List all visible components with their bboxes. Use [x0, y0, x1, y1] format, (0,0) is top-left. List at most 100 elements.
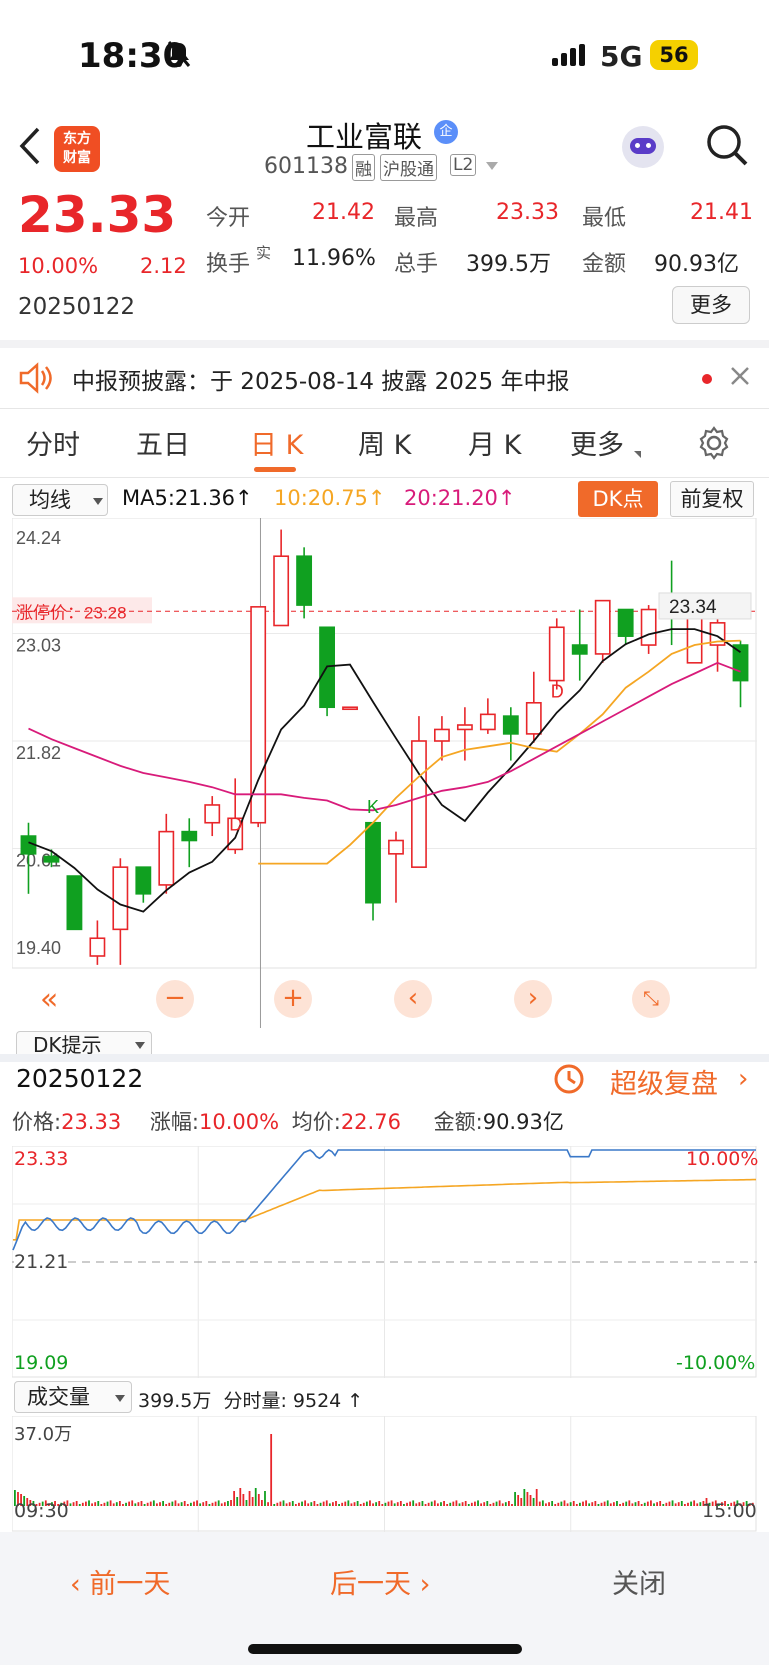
- intraday-pct: 10.00%: [198, 1110, 280, 1134]
- volume-bar: [671, 1500, 674, 1506]
- volume-bar: [338, 1504, 340, 1506]
- volume-value: 399.5万: [466, 252, 551, 277]
- volume-bar: [362, 1502, 365, 1506]
- candle: [365, 821, 381, 904]
- candle: [502, 715, 519, 735]
- volume-bar: [477, 1500, 479, 1506]
- volume-bar: [112, 1503, 115, 1506]
- volume-bar: [541, 1500, 544, 1506]
- volume-bar: [665, 1502, 668, 1506]
- fullscreen-button[interactable]: ⤡: [632, 980, 670, 1018]
- volume-bar: [270, 1434, 273, 1506]
- volume-bar: [646, 1501, 649, 1506]
- volume-bar: [199, 1503, 202, 1506]
- volume-bar: [659, 1501, 662, 1506]
- volume-bar: [214, 1501, 217, 1506]
- tab-more[interactable]: 更多: [570, 423, 624, 462]
- tag-connect: 沪股通: [380, 154, 437, 181]
- tab-monthly-k[interactable]: 月 K: [468, 423, 521, 462]
- close-icon[interactable]: [730, 366, 750, 390]
- tag-level: L2: [450, 154, 477, 176]
- ma-select[interactable]: 均线: [12, 484, 108, 516]
- intraday-bottom-price: 19.09: [14, 1352, 69, 1374]
- prev-day-button[interactable]: ‹ 前一天: [70, 1562, 170, 1601]
- search-icon[interactable]: [704, 122, 750, 172]
- volume-bar: [693, 1500, 696, 1506]
- y-tick-label: 24.24: [16, 528, 61, 548]
- next-day-button[interactable]: 后一天 ›: [330, 1562, 430, 1601]
- volume-bar: [594, 1501, 597, 1506]
- volume-bar: [538, 1501, 541, 1506]
- candle: [43, 855, 60, 863]
- pan-right-button[interactable]: ›: [514, 980, 552, 1018]
- chart-tabs: 分时 五日 日 K 周 K 月 K 更多: [0, 409, 769, 477]
- mute-bell-icon: [166, 40, 192, 72]
- volume-bar: [511, 1504, 513, 1506]
- zoom-out-button[interactable]: −: [156, 980, 194, 1018]
- volume-bar: [443, 1501, 445, 1506]
- stock-name: 工业富联: [306, 120, 423, 154]
- candle: [479, 713, 496, 731]
- adjust-button[interactable]: 前复权: [670, 481, 754, 517]
- volume-bar: [125, 1502, 127, 1506]
- volume-bar: [242, 1494, 245, 1506]
- volume-bar: [591, 1502, 594, 1506]
- dropdown-icon[interactable]: [486, 162, 498, 170]
- volume-bar: [470, 1502, 473, 1506]
- replay-history-icon[interactable]: [552, 1062, 586, 1100]
- volume-bar: [501, 1503, 504, 1506]
- volume-bar: [325, 1500, 328, 1506]
- candle: [204, 804, 221, 824]
- candle: [135, 866, 152, 895]
- divider: [0, 477, 769, 478]
- volume-bar: [254, 1488, 257, 1506]
- pan-left-button[interactable]: ‹: [394, 980, 432, 1018]
- volume-bar: [498, 1500, 501, 1506]
- tab-daily-k[interactable]: 日 K: [250, 423, 303, 462]
- volume-bar: [307, 1503, 310, 1506]
- volume-bar: [202, 1502, 205, 1506]
- volume-legend: 399.5万 分时量: 9524 ↑: [138, 1390, 364, 1412]
- volume-select[interactable]: 成交量: [14, 1381, 132, 1413]
- volume-bar: [680, 1501, 683, 1506]
- dk-point-button[interactable]: DK点: [578, 481, 658, 517]
- low-value: 21.41: [690, 200, 753, 225]
- volume-bar: [94, 1502, 97, 1506]
- more-arrow-icon: [634, 451, 641, 458]
- volume-bar: [344, 1501, 347, 1506]
- volume-bar: [575, 1504, 578, 1506]
- close-button[interactable]: 关闭: [612, 1562, 666, 1601]
- candle: [434, 728, 450, 742]
- zoom-in-button[interactable]: +: [274, 980, 312, 1018]
- volume-bar: [387, 1501, 390, 1506]
- volume-bar: [609, 1503, 612, 1506]
- candlestick-chart[interactable]: 24.2423.0321.8220.6119.40涨停价：23.28DKD23.…: [12, 518, 757, 1028]
- fast-back-icon[interactable]: «: [40, 982, 58, 1017]
- settings-gear-icon[interactable]: [696, 425, 732, 465]
- tab-weekly-k[interactable]: 周 K: [358, 423, 411, 462]
- volume-bar: [572, 1501, 575, 1506]
- notice-bar[interactable]: 中报预披露：于 2025-08-14 披露 2025 年中报: [0, 348, 769, 410]
- dk-hint-select[interactable]: DK提示: [16, 1031, 152, 1055]
- tab-five-day[interactable]: 五日: [136, 423, 190, 462]
- super-replay-link[interactable]: 超级复盘: [610, 1062, 718, 1101]
- chevron-right-icon[interactable]: ›: [738, 1064, 748, 1094]
- volume-bar: [359, 1504, 362, 1506]
- volume-bar: [597, 1504, 600, 1506]
- volume-bar: [223, 1502, 226, 1506]
- back-icon[interactable]: [18, 126, 42, 170]
- volume-bar: [631, 1503, 634, 1506]
- more-button[interactable]: 更多: [672, 286, 750, 324]
- tab-intraday[interactable]: 分时: [26, 423, 80, 462]
- volume-bar: [137, 1502, 140, 1506]
- robot-assistant-icon[interactable]: [622, 126, 664, 168]
- volume-bar: [273, 1504, 276, 1506]
- volume-bar: [495, 1501, 498, 1506]
- volume-bar: [350, 1503, 353, 1506]
- volume-bar: [174, 1500, 177, 1506]
- volume-bar: [418, 1502, 421, 1506]
- volume-bar: [217, 1500, 220, 1506]
- volume-bar: [128, 1501, 131, 1506]
- intraday-chart[interactable]: [12, 1146, 757, 1378]
- stock-code: 601138: [264, 154, 348, 179]
